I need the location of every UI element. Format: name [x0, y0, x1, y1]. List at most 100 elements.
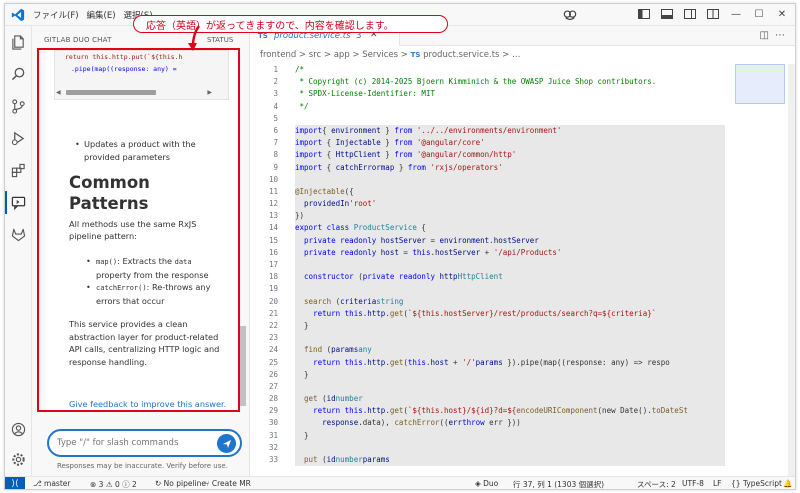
- disclaimer-text: Responses may be inaccurate. Verify befo…: [57, 462, 228, 470]
- code-line: find (paramsany: [295, 344, 725, 357]
- minimap[interactable]: [730, 64, 790, 476]
- code-token: }).pipe(map((response: any) => respo: [502, 357, 670, 367]
- layout-secondary-icon[interactable]: [683, 7, 697, 21]
- menu-file[interactable]: ファイル(F): [33, 9, 79, 21]
- line-number: 3: [273, 89, 278, 99]
- breadcrumb-item[interactable]: src: [309, 50, 321, 60]
- code-token: search: [304, 296, 332, 306]
- chat-input[interactable]: [57, 438, 207, 448]
- settings-gear-icon[interactable]: [10, 451, 27, 468]
- code-token: host: [430, 357, 449, 367]
- code-line: }: [295, 368, 725, 381]
- split-editor-icon[interactable]: ◫: [760, 30, 775, 41]
- code-token: catchError: [335, 162, 381, 172]
- line-number: 12: [268, 199, 278, 209]
- remote-indicator-icon[interactable]: ⟩⟨: [5, 477, 25, 489]
- branch-name: master: [44, 479, 71, 488]
- code-token: =: [398, 247, 413, 257]
- more-actions-icon[interactable]: ⋯: [775, 30, 791, 41]
- code-token: /*: [295, 65, 305, 74]
- create-mr-button[interactable]: ⑂ Create MR: [205, 479, 251, 488]
- duo-status[interactable]: ◈ Duo: [475, 479, 498, 488]
- code-token: {: [322, 150, 336, 160]
- layout-panel-icon[interactable]: [660, 7, 674, 21]
- code-line: get (idnumber: [295, 393, 725, 406]
- language-mode[interactable]: {} TypeScript: [731, 479, 782, 488]
- code-token: providedIn: [304, 199, 350, 209]
- chat-input-box[interactable]: [47, 429, 242, 457]
- line-number: 25: [268, 357, 278, 367]
- problems-indicator[interactable]: ⊗ 3 ⚠ 0 ⓘ 2: [90, 479, 137, 489]
- layout-customize-icon[interactable]: [706, 7, 720, 21]
- status-bar: ⟩⟨ ⎇ master ⊗ 3 ⚠ 0 ⓘ 2 ↻ No pipeline ⑂ …: [5, 476, 795, 489]
- gitlab-icon[interactable]: [10, 226, 27, 243]
- chat-vertical-scrollbar[interactable]: [240, 326, 246, 406]
- send-button[interactable]: [217, 434, 236, 453]
- typescript-file-icon: TS: [258, 32, 268, 40]
- code-line: [295, 259, 725, 272]
- line-number: 32: [268, 442, 278, 452]
- layout-sidebar-icon[interactable]: [637, 7, 651, 21]
- code-token: * Copyright (c) 2014-2025 Bjoern Kimmini…: [295, 77, 657, 87]
- maximize-icon[interactable]: ☐: [752, 7, 766, 21]
- annotation-arrow-icon: [188, 25, 200, 51]
- pipeline-label: No pipeline: [163, 479, 207, 488]
- breadcrumb-item[interactable]: app: [334, 50, 350, 60]
- code-line: [295, 441, 725, 454]
- run-debug-icon[interactable]: [10, 130, 27, 147]
- code-token: id: [326, 394, 336, 404]
- code-token: }: [380, 138, 395, 148]
- code-token: ProductService: [353, 223, 417, 233]
- code-token: catchError: [394, 418, 440, 428]
- duo-chat-sidebar: GITLAB DUO CHAT STATUS return this.http.…: [32, 26, 250, 476]
- explorer-icon[interactable]: [10, 34, 27, 51]
- breadcrumb-item[interactable]: Services: [362, 50, 398, 60]
- line-number: 14: [268, 223, 278, 233]
- code-token: get: [389, 308, 404, 318]
- code-token: throw: [462, 418, 485, 428]
- end-of-line[interactable]: LF: [713, 479, 722, 488]
- code-line: import { Injectable } from '@angular/cor…: [295, 137, 725, 150]
- line-number: 33: [268, 455, 278, 464]
- code-line: * Copyright (c) 2014-2025 Bjoern Kimmini…: [295, 76, 725, 88]
- breadcrumb-item[interactable]: product.service.ts: [423, 50, 499, 60]
- copilot-icon[interactable]: [563, 8, 577, 22]
- pipeline-status[interactable]: ↻ No pipeline: [155, 479, 206, 488]
- line-number: 29: [268, 406, 278, 416]
- minimap-viewport[interactable]: [735, 64, 785, 104]
- code-token: `${this.hostServer}/rest/products/search…: [407, 308, 657, 318]
- indentation[interactable]: スペース: 2: [637, 479, 676, 489]
- menu-edit[interactable]: 編集(E): [87, 9, 116, 21]
- code-token: private readonly: [304, 235, 377, 245]
- line-number: 22: [268, 320, 278, 330]
- close-window-icon[interactable]: ✕: [775, 7, 789, 21]
- code-line: import { HttpClient } from '@angular/com…: [295, 149, 725, 162]
- extensions-icon[interactable]: [10, 162, 27, 179]
- code-token: {: [416, 223, 426, 233]
- encoding[interactable]: UTF-8: [682, 479, 704, 488]
- account-icon[interactable]: [10, 421, 27, 438]
- line-number: 17: [268, 260, 278, 269]
- line-number: 4: [273, 101, 278, 111]
- code-token: string: [376, 296, 404, 306]
- code-line: }: [295, 319, 725, 333]
- code-token: id: [326, 455, 336, 464]
- minimize-icon[interactable]: —: [729, 7, 743, 21]
- code-token: +: [480, 247, 494, 257]
- line-number: 5: [273, 113, 278, 123]
- editor-vertical-scrollbar[interactable]: [788, 64, 795, 476]
- line-number: 24: [268, 345, 278, 355]
- code-editor[interactable]: /* * Copyright (c) 2014-2025 Bjoern Kimm…: [295, 64, 725, 467]
- branch-indicator[interactable]: ⎇ master: [33, 479, 70, 488]
- notifications-bell-icon[interactable]: 🔔: [783, 479, 792, 488]
- code-token: export class: [295, 223, 350, 233]
- cursor-position[interactable]: 行 37, 列 1 (1303 個選択): [513, 479, 604, 489]
- source-control-icon[interactable]: [10, 98, 27, 115]
- send-icon: [222, 439, 231, 448]
- search-icon[interactable]: [10, 66, 27, 83]
- code-line: }: [295, 429, 725, 442]
- duo-chat-icon[interactable]: [5, 191, 27, 214]
- breadcrumb-item[interactable]: frontend: [260, 50, 296, 60]
